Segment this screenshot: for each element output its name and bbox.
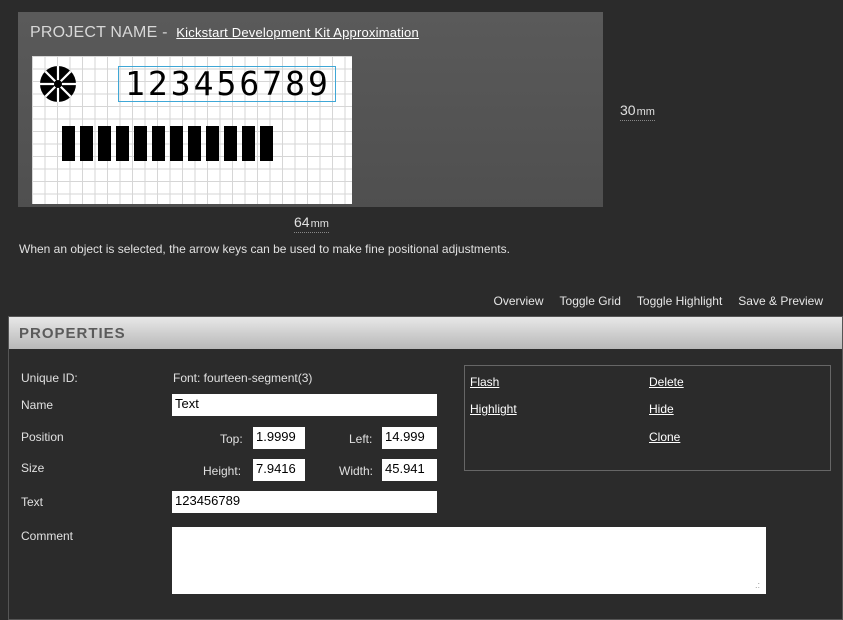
lcd-bar-segment [242, 126, 255, 161]
unique-id-label: Unique ID: [21, 371, 78, 385]
text-input[interactable]: 123456789 [172, 491, 437, 513]
project-name-link[interactable]: Kickstart Development Kit Approximation [176, 25, 419, 40]
left-label: Left: [349, 432, 373, 446]
lcd-bar-segment [98, 126, 111, 161]
toggle-highlight-button[interactable]: Toggle Highlight [637, 294, 722, 308]
lcd-bar-segment [116, 126, 129, 161]
top-input[interactable]: 1.9999 [253, 427, 305, 449]
top-label: Top: [220, 432, 243, 446]
height-input[interactable]: 7.9416 [253, 459, 305, 481]
project-name-label: PROJECT NAME - [30, 24, 168, 41]
save-preview-button[interactable]: Save & Preview [738, 294, 823, 308]
project-title: PROJECT NAME - Kickstart Development Kit… [30, 24, 419, 42]
arrow-keys-hint: When an object is selected, the arrow ke… [19, 242, 510, 256]
lcd-bar-segment [260, 126, 273, 161]
lcd-bar-graph[interactable] [62, 126, 273, 161]
sunburst-icon[interactable] [38, 64, 78, 104]
name-input[interactable]: Text [172, 394, 437, 416]
toolbar: Overview Toggle Grid Toggle Highlight Sa… [494, 294, 823, 308]
lcd-bar-segment [188, 126, 201, 161]
left-input[interactable]: 14.999 [382, 427, 437, 449]
height-dimension-unit: mm [636, 106, 655, 118]
lcd-bar-segment [152, 126, 165, 161]
comment-label: Comment [21, 529, 74, 543]
delete-link[interactable]: Delete [649, 375, 684, 389]
height-dimension[interactable]: 30mm [620, 102, 655, 121]
width-label: Width: [339, 464, 374, 478]
position-label: Position [21, 430, 64, 444]
properties-header: PROPERTIES [9, 317, 842, 349]
design-canvas-panel: PROJECT NAME - Kickstart Development Kit… [18, 12, 603, 207]
lcd-bar-segment [170, 126, 183, 161]
properties-panel: PROPERTIES Unique ID: Font: fourteen-seg… [8, 316, 843, 620]
lcd-bar-segment [80, 126, 93, 161]
width-dimension-value: 64 [294, 214, 310, 230]
lcd-digits-text[interactable]: 123456789 [118, 66, 336, 102]
actions-box: Flash Highlight Delete Hide Clone [464, 365, 831, 471]
resize-grip-icon[interactable]: .: [755, 581, 760, 590]
size-label: Size [21, 461, 45, 475]
lcd-bar-segment [62, 126, 75, 161]
lcd-bar-segment [134, 126, 147, 161]
flash-link[interactable]: Flash [470, 375, 499, 389]
width-dimension[interactable]: 64mm [294, 214, 329, 233]
overview-button[interactable]: Overview [494, 294, 544, 308]
width-dimension-unit: mm [310, 218, 329, 230]
text-label: Text [21, 495, 44, 509]
height-dimension-value: 30 [620, 102, 636, 118]
name-label: Name [21, 398, 54, 412]
clone-link[interactable]: Clone [649, 430, 680, 444]
toggle-grid-button[interactable]: Toggle Grid [560, 294, 621, 308]
lcd-bar-segment [224, 126, 237, 161]
comment-textarea[interactable]: .: [172, 527, 766, 594]
unique-id-value: Font: fourteen-segment(3) [173, 371, 313, 385]
width-input[interactable]: 45.941 [382, 459, 437, 481]
lcd-preview[interactable]: 123456789 [32, 56, 352, 204]
hide-link[interactable]: Hide [649, 402, 674, 416]
highlight-link[interactable]: Highlight [470, 402, 517, 416]
height-label: Height: [203, 464, 242, 478]
lcd-bar-segment [206, 126, 219, 161]
